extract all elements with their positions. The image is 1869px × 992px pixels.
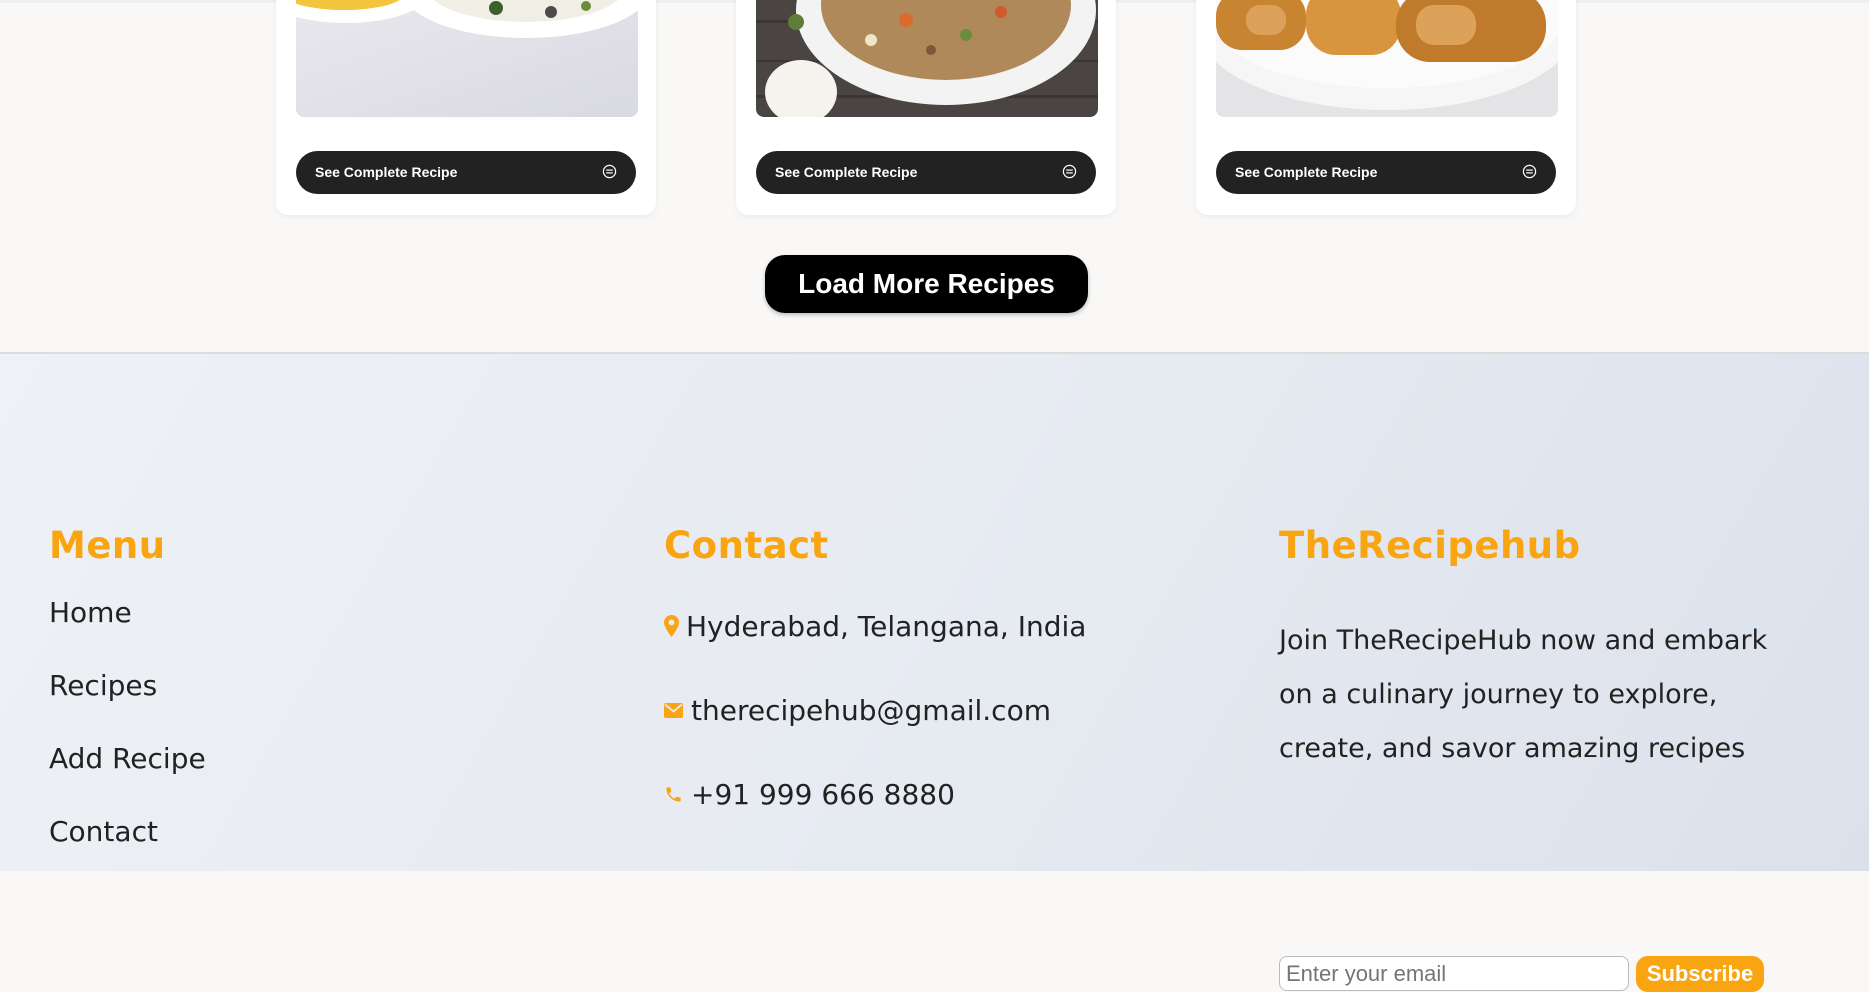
email-text[interactable]: therecipehub@gmail.com	[691, 694, 1051, 727]
see-recipe-button[interactable]: See Complete Recipe	[296, 151, 636, 194]
recipe-image[interactable]	[296, 0, 638, 117]
recipe-grid: See Complete Recipe See Complete Recipe …	[0, 0, 1869, 352]
footer-link-home[interactable]: Home	[49, 596, 132, 629]
footer-link-recipes[interactable]: Recipes	[49, 669, 157, 702]
phone-text[interactable]: +91 999 666 8880	[691, 778, 955, 811]
envelope-icon	[664, 703, 683, 718]
footer-about-body: Join TheRecipeHub now and embark on a cu…	[1279, 524, 1839, 992]
dish-icon	[1062, 164, 1077, 179]
see-recipe-label: See Complete Recipe	[1235, 164, 1378, 180]
load-more-button[interactable]: Load More Recipes	[765, 255, 1088, 313]
see-recipe-button[interactable]: See Complete Recipe	[756, 151, 1096, 194]
recipe-image[interactable]	[756, 0, 1098, 117]
recipe-card: See Complete Recipe	[1196, 0, 1576, 215]
phone-icon	[666, 787, 681, 802]
location-pin-icon	[664, 615, 679, 637]
about-text: Join TheRecipeHub now and embark on a cu…	[1279, 625, 1768, 764]
footer-menu: Menu Home Recipes Add Recipe Contact	[49, 524, 206, 848]
recipe-image[interactable]	[1216, 0, 1558, 117]
recipe-card: See Complete Recipe	[276, 0, 656, 215]
contact-heading: Contact	[664, 524, 829, 567]
see-recipe-label: See Complete Recipe	[315, 164, 458, 180]
newsletter-email-input[interactable]	[1279, 956, 1629, 991]
menu-heading: Menu	[49, 524, 166, 567]
see-recipe-button[interactable]: See Complete Recipe	[1216, 151, 1556, 194]
see-recipe-label: See Complete Recipe	[775, 164, 918, 180]
dish-icon	[1522, 164, 1537, 179]
dish-icon	[602, 164, 617, 179]
footer: Menu Home Recipes Add Recipe Contact Con…	[0, 352, 1869, 992]
footer-contact: Contact Hyderabad, Telangana, India ther…	[664, 524, 1086, 811]
address-text: Hyderabad, Telangana, India	[686, 610, 1087, 643]
footer-link-contact[interactable]: Contact	[49, 815, 158, 848]
footer-link-add-recipe[interactable]: Add Recipe	[49, 742, 206, 775]
recipe-card: See Complete Recipe	[736, 0, 1116, 215]
subscribe-button[interactable]: Subscribe	[1636, 956, 1764, 992]
